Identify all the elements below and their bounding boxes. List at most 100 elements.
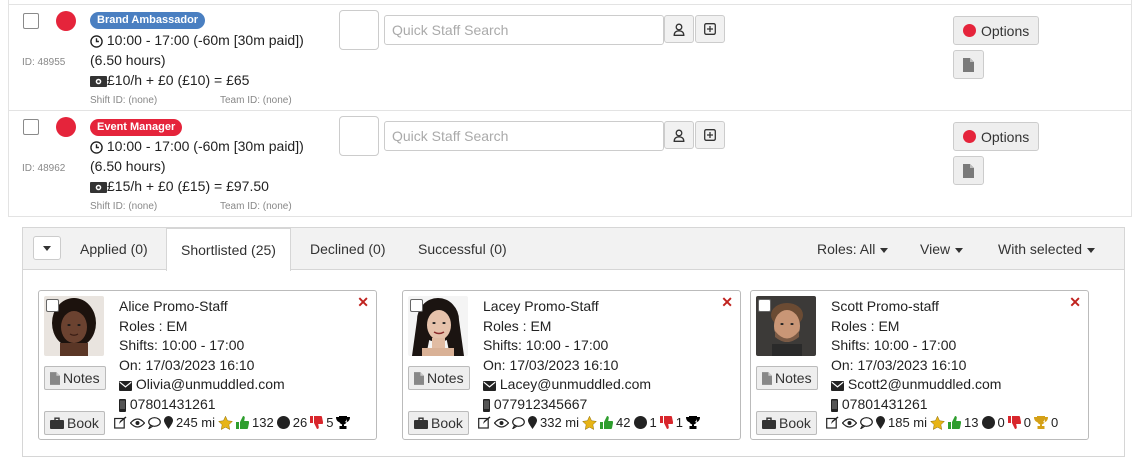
comment-icon[interactable] bbox=[148, 416, 161, 429]
status-dot bbox=[56, 11, 76, 31]
staff-slot[interactable] bbox=[339, 116, 379, 156]
staff-shifts: Shifts: 10:00 - 17:00 bbox=[831, 337, 957, 354]
book-button[interactable]: Book bbox=[408, 411, 469, 435]
star-icon bbox=[218, 415, 233, 430]
caret-down-icon bbox=[1087, 247, 1096, 253]
star-icon bbox=[582, 415, 597, 430]
thumbs-up-icon bbox=[948, 416, 962, 429]
staff-stats: 245 mi 132 26 5 bbox=[114, 415, 353, 430]
edit-icon[interactable] bbox=[478, 416, 491, 429]
with-selected-dropdown[interactable]: With selected bbox=[998, 241, 1096, 257]
row-select-checkbox[interactable] bbox=[23, 119, 39, 135]
row-id: ID: 48955 bbox=[22, 57, 66, 68]
shift-id: Shift ID: (none) bbox=[90, 95, 158, 106]
eye-icon[interactable] bbox=[130, 417, 145, 428]
neutral-count: 0 bbox=[997, 415, 1005, 430]
roles-filter-dropdown[interactable]: Roles: All bbox=[817, 241, 889, 257]
mobile-phone-icon bbox=[119, 398, 126, 412]
add-staff-button[interactable] bbox=[695, 15, 725, 43]
staff-name: Alice Promo-Staff bbox=[119, 298, 228, 314]
status-dot bbox=[56, 117, 76, 137]
map-marker-icon bbox=[528, 416, 537, 429]
staff-stats: 332 mi 42 1 1 bbox=[478, 415, 703, 430]
user-icon bbox=[673, 23, 685, 36]
tab-declined[interactable]: Declined (0) bbox=[310, 241, 385, 257]
staff-select-checkbox[interactable] bbox=[46, 299, 59, 312]
map-marker-icon bbox=[164, 416, 173, 429]
shift-row: Event Manager 10:00 - 17:00 (-60m [30m p… bbox=[0, 106, 1133, 216]
dislikes-count: 5 bbox=[326, 415, 334, 430]
tab-shortlisted[interactable]: Shortlisted (25) bbox=[166, 228, 291, 271]
trophy-count: 0 bbox=[1050, 415, 1059, 430]
thumbs-up-icon bbox=[600, 416, 614, 429]
star-icon bbox=[930, 415, 945, 430]
remove-x-icon[interactable]: ✕ bbox=[357, 294, 369, 311]
staff-card: Scott Promo-staff Roles : EM Shifts: 10:… bbox=[750, 290, 1089, 440]
options-button[interactable]: Options bbox=[953, 16, 1039, 45]
collapse-toggle-button[interactable] bbox=[33, 236, 61, 260]
staff-on-date: On: 17/03/2023 16:10 bbox=[119, 356, 255, 373]
shift-time: 10:00 - 17:00 (-60m [30m paid]) bbox=[90, 138, 304, 154]
staff-name: Scott Promo-staff bbox=[831, 298, 939, 314]
row-select-checkbox[interactable] bbox=[23, 13, 39, 29]
shift-row: Brand Ambassador 10:00 - 17:00 (-60m [30… bbox=[0, 0, 1133, 110]
neutral-count: 1 bbox=[649, 415, 657, 430]
file-icon bbox=[414, 371, 424, 385]
comment-icon[interactable] bbox=[512, 416, 525, 429]
likes-count: 42 bbox=[616, 415, 631, 430]
view-dropdown[interactable]: View bbox=[920, 241, 964, 257]
distance: 185 mi bbox=[888, 415, 928, 430]
notes-button[interactable]: Notes bbox=[44, 366, 106, 390]
envelope-icon bbox=[831, 380, 844, 391]
staff-info: Lacey Promo-Staff Roles : EM Shifts: 10:… bbox=[483, 297, 651, 415]
staff-card: Lacey Promo-Staff Roles : EM Shifts: 10:… bbox=[402, 290, 741, 440]
tab-successful[interactable]: Successful (0) bbox=[418, 241, 507, 257]
options-button[interactable]: Options bbox=[953, 122, 1039, 151]
file-icon bbox=[963, 163, 974, 178]
staff-phone: 07801431261 bbox=[119, 395, 285, 415]
distance: 245 mi bbox=[176, 415, 216, 430]
staff-slot[interactable] bbox=[339, 10, 379, 50]
assign-user-button[interactable] bbox=[664, 15, 694, 43]
shift-id: Shift ID: (none) bbox=[90, 201, 158, 212]
edit-icon[interactable] bbox=[826, 416, 839, 429]
document-button[interactable] bbox=[953, 156, 984, 185]
staff-email: Olivia@unmuddled.com bbox=[119, 375, 285, 395]
staff-info: Scott Promo-staff Roles : EM Shifts: 10:… bbox=[831, 297, 1001, 415]
comment-icon[interactable] bbox=[860, 416, 873, 429]
staff-info: Alice Promo-Staff Roles : EM Shifts: 10:… bbox=[119, 297, 285, 415]
map-marker-icon bbox=[876, 416, 885, 429]
remove-x-icon[interactable]: ✕ bbox=[1069, 294, 1081, 311]
eye-icon[interactable] bbox=[494, 417, 509, 428]
thumbs-down-icon bbox=[659, 416, 673, 429]
staff-select-checkbox[interactable] bbox=[410, 299, 423, 312]
neutral-circle-icon bbox=[633, 416, 647, 429]
clock-icon bbox=[90, 35, 103, 48]
neutral-circle-icon bbox=[276, 416, 290, 429]
plus-square-icon bbox=[704, 129, 716, 141]
quick-staff-search-input[interactable] bbox=[384, 15, 664, 45]
caret-down-icon bbox=[43, 245, 51, 251]
file-icon bbox=[50, 371, 60, 385]
assign-user-button[interactable] bbox=[664, 121, 694, 149]
staff-shifts: Shifts: 10:00 - 17:00 bbox=[119, 337, 245, 354]
caret-down-icon bbox=[880, 247, 889, 253]
edit-icon[interactable] bbox=[114, 416, 127, 429]
notes-button[interactable]: Notes bbox=[756, 366, 818, 390]
eye-icon[interactable] bbox=[842, 417, 857, 428]
book-button[interactable]: Book bbox=[756, 411, 817, 435]
role-badge: Event Manager bbox=[90, 119, 183, 136]
distance: 332 mi bbox=[540, 415, 580, 430]
briefcase-icon bbox=[414, 417, 428, 429]
book-button[interactable]: Book bbox=[44, 411, 105, 435]
tab-applied[interactable]: Applied (0) bbox=[80, 241, 148, 257]
remove-x-icon[interactable]: ✕ bbox=[721, 294, 733, 311]
staff-select-checkbox[interactable] bbox=[758, 299, 771, 312]
document-button[interactable] bbox=[953, 50, 984, 79]
shift-hours: (6.50 hours) bbox=[90, 158, 166, 174]
notes-button[interactable]: Notes bbox=[408, 366, 470, 390]
add-staff-button[interactable] bbox=[695, 121, 725, 149]
trophy-icon bbox=[336, 416, 351, 429]
shift-time: 10:00 - 17:00 (-60m [30m paid]) bbox=[90, 32, 304, 48]
quick-staff-search-input[interactable] bbox=[384, 121, 664, 151]
